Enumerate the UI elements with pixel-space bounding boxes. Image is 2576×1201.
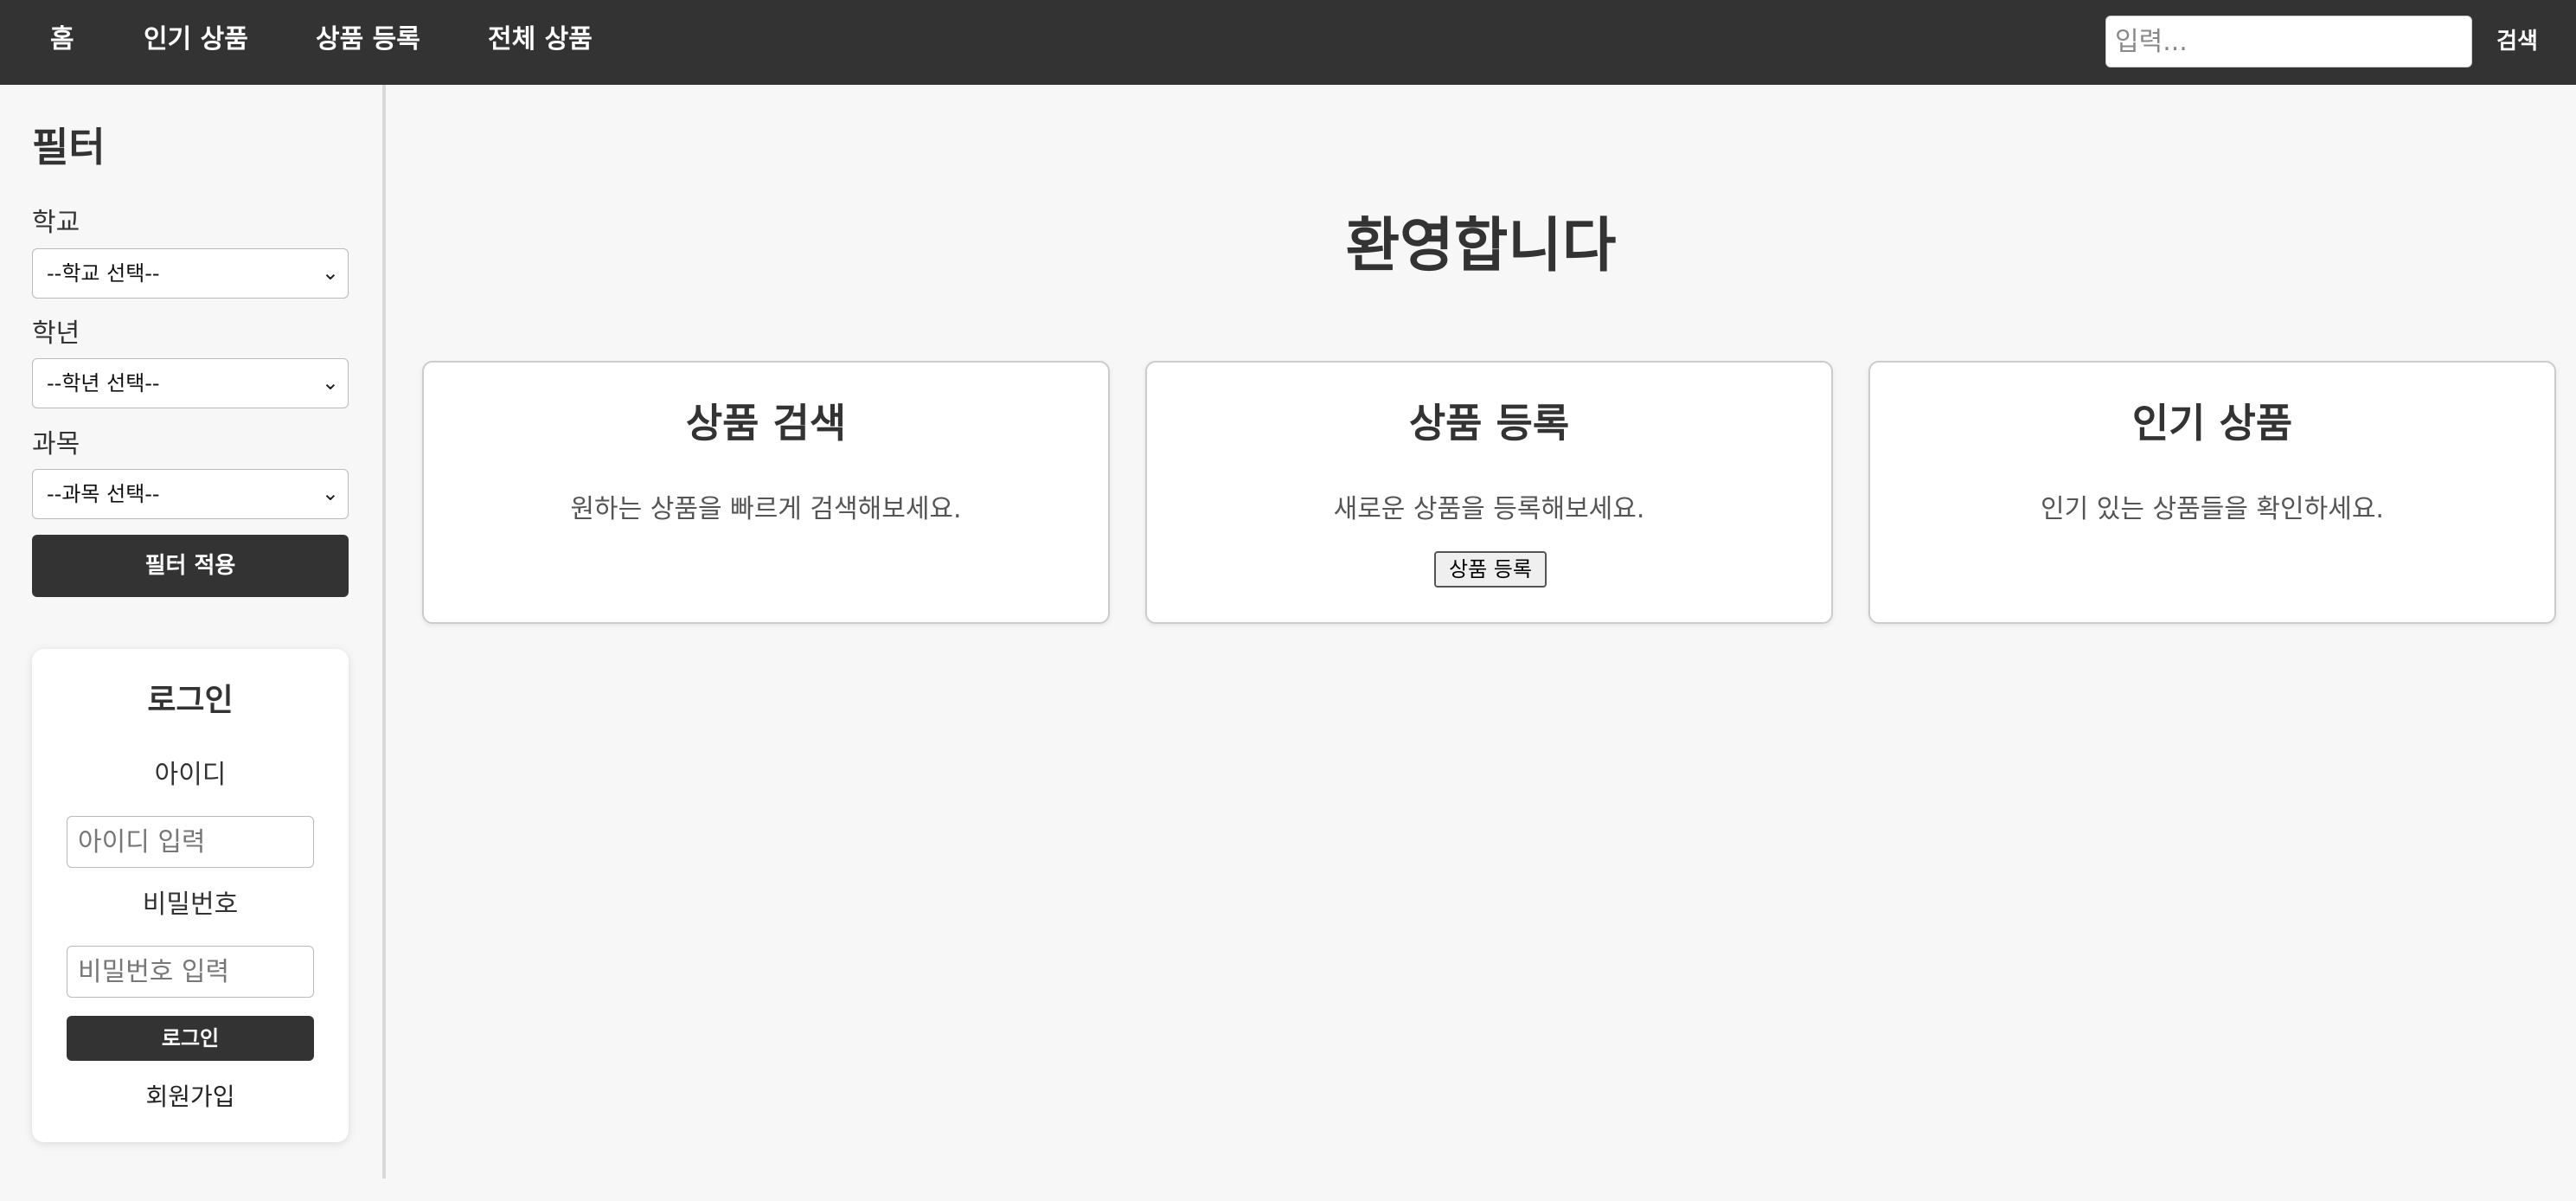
grade-select[interactable]: --학년 선택-- ⌄ — [32, 358, 349, 408]
school-select[interactable]: --학교 선택-- ⌄ — [32, 248, 349, 299]
password-input[interactable] — [67, 946, 314, 998]
apply-filter-button[interactable]: 필터 적용 — [32, 535, 349, 597]
id-input[interactable] — [67, 816, 314, 868]
top-navigation-bar: 홈 인기 상품 상품 등록 전체 상품 검색 — [0, 0, 2576, 85]
welcome-heading: 환영합니다 — [1345, 212, 1617, 280]
search-product-card: 상품 검색 원하는 상품을 빠르게 검색해보세요. — [422, 361, 1110, 624]
search-button[interactable]: 검색 — [2481, 16, 2554, 67]
register-product-button[interactable]: 상품 등록 — [1434, 551, 1547, 588]
nav-link-all-products[interactable]: 전체 상품 — [488, 0, 593, 85]
grade-select-value: --학년 선택-- — [47, 371, 160, 395]
nav-link-home[interactable]: 홈 — [50, 0, 74, 85]
subject-filter-label: 과목 — [32, 429, 80, 459]
card-title: 상품 등록 — [1408, 400, 1570, 446]
nav-link-register-product[interactable]: 상품 등록 — [316, 0, 420, 85]
filter-title: 필터 — [32, 124, 106, 170]
chevron-down-icon: ⌄ — [321, 370, 339, 395]
card-title: 상품 검색 — [685, 400, 847, 446]
subject-select[interactable]: --과목 선택-- ⌄ — [32, 469, 349, 519]
card-description: 인기 있는 상품들을 확인하세요. — [2041, 494, 2384, 524]
card-description: 새로운 상품을 등록해보세요. — [1333, 494, 1645, 524]
login-title: 로그인 — [147, 683, 234, 718]
login-button[interactable]: 로그인 — [67, 1016, 314, 1061]
card-title: 인기 상품 — [2131, 400, 2293, 446]
card-description: 원하는 상품을 빠르게 검색해보세요. — [570, 494, 962, 524]
nav-link-popular-products[interactable]: 인기 상품 — [144, 0, 248, 85]
password-label: 비밀번호 — [142, 890, 239, 920]
search-input[interactable] — [2105, 16, 2472, 67]
filter-sidebar: 필터 학교 --학교 선택-- ⌄ 학년 --학년 선택-- ⌄ 과목 --과목… — [0, 85, 386, 1179]
popular-product-card: 인기 상품 인기 있는 상품들을 확인하세요. — [1868, 361, 2556, 624]
chevron-down-icon: ⌄ — [321, 481, 339, 505]
chevron-down-icon: ⌄ — [321, 260, 339, 285]
login-panel: 로그인 아이디 비밀번호 로그인 회원가입 — [32, 649, 349, 1142]
grade-filter-label: 학년 — [32, 318, 80, 349]
school-filter-label: 학교 — [32, 208, 80, 238]
signup-link[interactable]: 회원가입 — [32, 1078, 349, 1113]
subject-select-value: --과목 선택-- — [47, 482, 160, 506]
id-label: 아이디 — [154, 760, 227, 790]
register-product-card: 상품 등록 새로운 상품을 등록해보세요. 상품 등록 — [1145, 361, 1833, 624]
school-select-value: --학교 선택-- — [47, 261, 160, 286]
